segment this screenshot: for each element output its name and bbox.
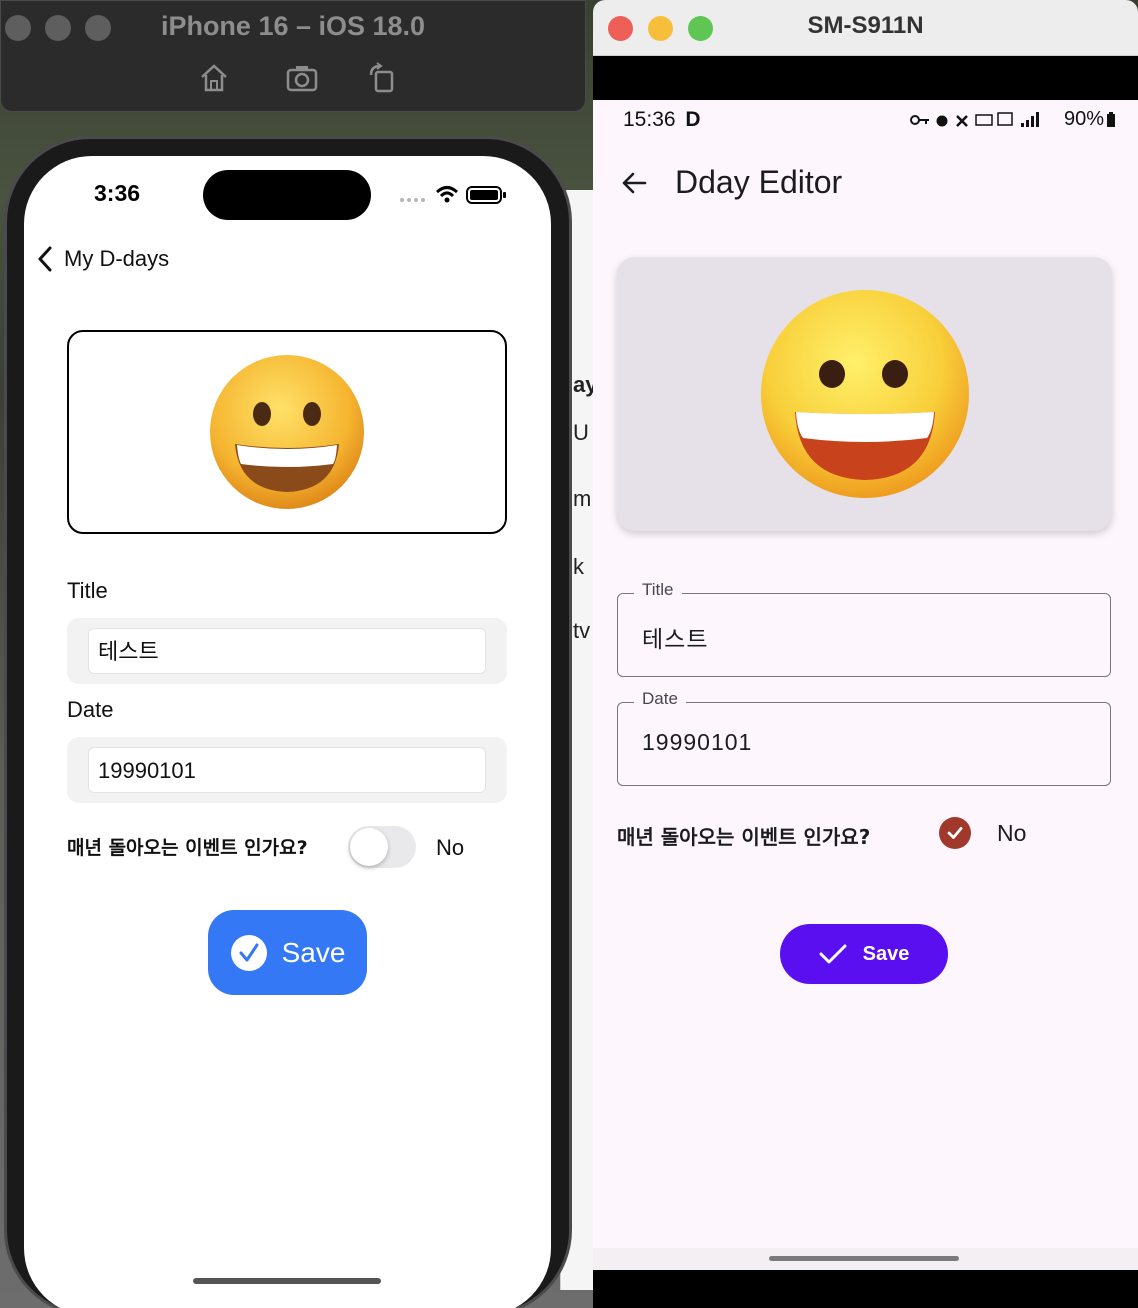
bg-text-fragment: k	[573, 554, 584, 579]
android-emulator-window: SM-S911N 15:36 D 90% Dday Editor Title 테…	[593, 0, 1138, 1308]
grinning-face-icon	[210, 355, 364, 509]
title-field-value: 테스트	[642, 626, 709, 652]
chevron-left-icon	[38, 246, 52, 272]
status-icons	[910, 112, 1039, 127]
carrier-glyph: D	[685, 108, 701, 131]
ios-status-icons	[400, 186, 506, 204]
hd-voice-icon	[975, 114, 993, 126]
recurring-checkbox[interactable]	[939, 817, 971, 849]
simulator-title: iPhone 16 – iOS 18.0	[160, 11, 426, 41]
title-field-label: Title	[634, 580, 682, 600]
date-field-value: 19990101	[642, 729, 753, 755]
emulator-titlebar: SM-S911N	[593, 0, 1138, 56]
recurring-state-label: No	[997, 820, 1027, 846]
toggle-knob	[350, 828, 388, 866]
title-input[interactable]: 테스트	[88, 628, 486, 674]
title-text-field[interactable]: Title 테스트	[617, 580, 1111, 677]
alarm-icon	[936, 115, 948, 127]
battery-icon	[466, 186, 506, 204]
recurring-question: 매년 돌아오는 이벤트 인가요?	[617, 825, 871, 849]
emoji-picker-card[interactable]	[617, 257, 1112, 531]
checkmark-circle-icon	[230, 934, 267, 971]
wifi-icon	[435, 186, 459, 203]
recurring-toggle[interactable]	[348, 826, 416, 868]
date-input[interactable]: 19990101	[88, 747, 486, 793]
top-app-bar: Dday Editor	[619, 164, 842, 201]
simulator-toolbar: iPhone 16 – iOS 18.0	[0, 0, 586, 112]
save-button[interactable]: Save	[208, 910, 367, 995]
home-indicator[interactable]	[193, 1278, 381, 1284]
battery-icon	[1107, 112, 1115, 127]
android-gesture-bar	[593, 1248, 1138, 1270]
ios-screen: 3:36 My D-days Title 테스트 Date 19990101 매…	[24, 156, 551, 1308]
android-status-time-value: 15:36	[623, 108, 676, 131]
title-field-container: 테스트	[67, 618, 507, 684]
save-button-label: Save	[281, 936, 346, 968]
home-icon[interactable]	[197, 61, 231, 95]
signal-icon	[400, 198, 425, 202]
recurring-state-label: No	[436, 835, 465, 860]
battery-percentage: 90%	[1063, 108, 1104, 130]
android-status-bar: 15:36 D 90%	[593, 100, 1138, 136]
bg-text-fragment: tv	[573, 618, 591, 643]
gesture-handle[interactable]	[769, 1256, 959, 1261]
mute-icon	[956, 115, 968, 127]
check-icon	[947, 827, 963, 839]
date-text-field[interactable]: Date 19990101	[617, 689, 1111, 786]
recurring-question: 매년 돌아오는 이벤트 인가요?	[67, 837, 308, 859]
rotate-icon[interactable]	[365, 61, 399, 95]
back-button[interactable]: My D-days	[36, 242, 169, 276]
screenshot-icon[interactable]	[285, 61, 319, 95]
title-label: Title	[67, 578, 108, 603]
date-label: Date	[67, 697, 114, 722]
back-button-label: My D-days	[64, 246, 170, 271]
bg-text-fragment: m	[573, 486, 592, 511]
save-button[interactable]: Save	[780, 924, 948, 984]
date-field-label: Date	[634, 689, 686, 709]
emoji-picker[interactable]	[67, 330, 507, 534]
emulator-title: SM-S911N	[807, 12, 924, 39]
app-bar-title: Dday Editor	[675, 164, 843, 200]
bg-text-fragment: U	[573, 420, 589, 445]
5g-icon	[997, 112, 1013, 126]
check-icon	[819, 944, 847, 964]
date-field-container: 19990101	[67, 737, 507, 803]
dynamic-island	[203, 170, 371, 220]
key-icon	[910, 115, 929, 125]
signal-bars-icon	[1021, 112, 1039, 127]
android-app-body: Dday Editor Title 테스트 Date 19990101 매년 돌…	[593, 136, 1138, 1248]
grinning-face-icon	[760, 290, 969, 498]
save-button-label: Save	[862, 942, 910, 965]
ios-status-time: 3:36	[94, 180, 141, 206]
arrow-back-icon[interactable]	[619, 168, 649, 198]
android-status-time: 15:36 D	[623, 108, 701, 132]
